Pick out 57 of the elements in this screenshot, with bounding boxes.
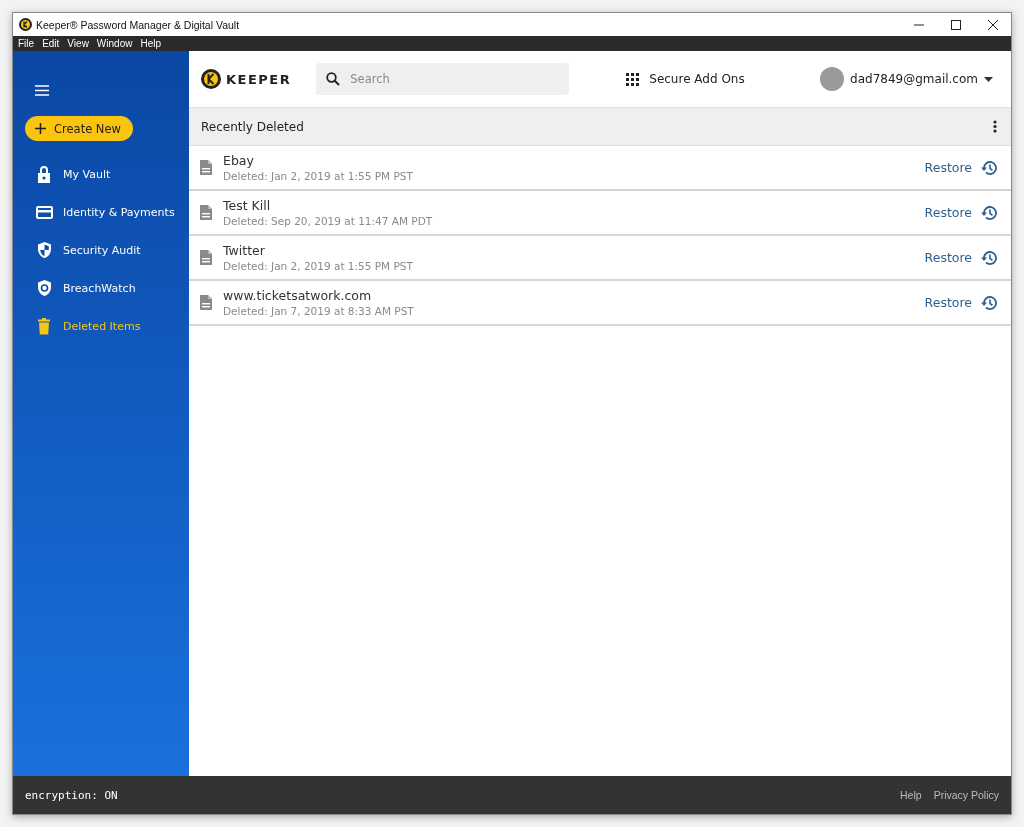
item-name: Twitter	[223, 243, 266, 258]
deleted-date: Deleted: Sep 20, 2019 at 11:47 AM PDT	[223, 215, 434, 227]
footer-link[interactable]: Help	[900, 789, 922, 801]
restore-button[interactable]: Restore	[924, 250, 972, 265]
more-icon[interactable]	[993, 120, 997, 133]
history-icon[interactable]	[980, 249, 997, 266]
sidebar-item[interactable]: My Vault	[25, 155, 177, 193]
plus-icon	[35, 123, 46, 134]
menu-item[interactable]: Edit	[42, 38, 60, 49]
menu-item[interactable]: Window	[96, 38, 133, 49]
search-field[interactable]: Search	[316, 63, 570, 95]
avatar	[820, 67, 845, 91]
item-name: www.ticketsatwork.com	[223, 288, 373, 303]
menu-item[interactable]: View	[67, 38, 89, 49]
footer-link[interactable]: Privacy Policy	[933, 789, 999, 801]
history-icon[interactable]	[980, 294, 997, 311]
document-icon	[199, 294, 213, 311]
shield-icon	[36, 241, 52, 259]
document-icon	[199, 159, 213, 176]
encryption-status: encryption: ON	[25, 788, 119, 802]
menu-item[interactable]: File	[18, 38, 35, 49]
sidebar-item[interactable]: Deleted Items	[25, 307, 177, 345]
logo-icon	[201, 69, 221, 89]
document-icon	[199, 249, 213, 266]
lock-icon	[37, 165, 51, 183]
sidebar-item[interactable]: Identity & Payments	[25, 193, 177, 231]
history-icon[interactable]	[980, 159, 997, 176]
item-name: Ebay	[223, 153, 255, 168]
account-menu[interactable]: dad7849@gmail.com	[820, 67, 993, 91]
trash-icon	[38, 317, 50, 335]
caret-icon	[984, 76, 993, 82]
menu-item[interactable]: Help	[140, 38, 161, 49]
deleted-date: Deleted: Jan 2, 2019 at 1:55 PM PST	[223, 260, 414, 272]
card-icon	[35, 205, 53, 219]
sidebar-item[interactable]: BreachWatch	[25, 269, 177, 307]
close-icon[interactable]	[987, 19, 998, 30]
restore-button[interactable]: Restore	[924, 160, 972, 175]
logo-text: KEEPER	[226, 71, 292, 87]
deleted-date: Deleted: Jan 7, 2019 at 8:33 AM PST	[223, 305, 415, 317]
document-icon	[199, 204, 213, 221]
app-logo-icon	[19, 18, 32, 31]
list-title: Recently Deleted	[201, 119, 305, 134]
item-name: Test Kill	[223, 198, 272, 213]
shield-eye-icon	[36, 279, 52, 297]
maximize-icon[interactable]	[950, 19, 961, 30]
sidebar-item[interactable]: Security Audit	[25, 231, 177, 269]
restore-button[interactable]: Restore	[924, 295, 972, 310]
create-new-button[interactable]: Create New	[25, 116, 133, 141]
menu-icon[interactable]	[35, 85, 49, 96]
deleted-date: Deleted: Jan 2, 2019 at 1:55 PM PST	[223, 170, 414, 182]
search-input[interactable]: Search	[350, 63, 560, 95]
window-title: Keeper® Password Manager & Digital Vault	[36, 18, 241, 31]
secure-add-ons-button[interactable]: Secure Add Ons	[626, 72, 745, 86]
search-icon	[326, 72, 341, 86]
restore-button[interactable]: Restore	[924, 205, 972, 220]
history-icon[interactable]	[980, 204, 997, 221]
grid-icon	[626, 72, 640, 86]
